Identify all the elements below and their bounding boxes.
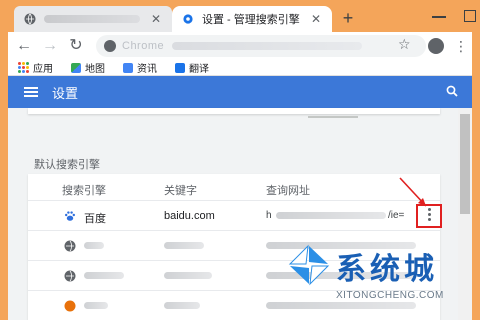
divider: [308, 116, 358, 118]
bookmark-star-icon[interactable]: ☆: [398, 36, 411, 53]
engine-keyword-redacted: [164, 302, 200, 309]
engine-keyword-redacted: [164, 272, 212, 279]
previous-card-edge: [28, 108, 440, 114]
minimize-button[interactable]: [432, 16, 446, 18]
profile-avatar[interactable]: [428, 38, 444, 54]
back-button[interactable]: ←: [14, 36, 34, 56]
bookmarks-bar: 应用 地图 资讯 翻译: [8, 60, 472, 76]
new-tab-button[interactable]: +: [338, 8, 358, 28]
annotation-arrow: [399, 177, 427, 207]
tab-settings[interactable]: 设置 - 管理搜索引擎 ✕: [172, 6, 332, 32]
watermark-subtext: XITONGCHENG.COM: [336, 290, 444, 301]
engine-name-redacted: [84, 272, 124, 279]
settings-gear-icon: [183, 14, 193, 24]
baidu-paw-icon: [65, 211, 75, 221]
globe-icon: [64, 270, 76, 282]
site-info-icon[interactable]: [104, 40, 116, 52]
section-title: 默认搜索引擎: [34, 159, 100, 171]
engine-url-redacted: [276, 212, 386, 219]
forward-button[interactable]: →: [40, 36, 60, 56]
news-icon: [123, 62, 133, 73]
browser-menu-button[interactable]: ⋮: [454, 36, 468, 56]
browser-toolbar: ← → ↻ Chrome ☆ ⋮: [8, 32, 472, 60]
table-row: 百度 baidu.com h /ie=: [28, 200, 442, 230]
menu-icon[interactable]: [24, 85, 38, 99]
bookmark-label: 应用: [33, 64, 53, 75]
watermark: 系统城 XITONGCHENG.COM: [286, 240, 480, 320]
bookmark-maps[interactable]: 地图: [71, 60, 105, 75]
engine-name-redacted: [84, 302, 108, 309]
reload-button[interactable]: ↻: [66, 36, 86, 56]
tab-close-icon[interactable]: ✕: [308, 11, 324, 27]
apps-icon: [18, 62, 29, 73]
tab-title-redacted: [44, 15, 140, 23]
maps-icon: [71, 62, 81, 73]
engine-keyword-redacted: [164, 242, 204, 249]
address-bar-url-redacted: [172, 42, 363, 50]
bookmark-label: 资讯: [137, 64, 157, 75]
scrollbar-thumb[interactable]: [460, 114, 470, 214]
bookmark-apps[interactable]: 应用: [18, 60, 53, 75]
engine-name: 百度: [84, 213, 106, 225]
bookmark-label: 翻译: [189, 64, 209, 75]
engine-icon: [64, 300, 76, 312]
globe-icon: [64, 240, 76, 252]
maximize-button[interactable]: [464, 10, 476, 22]
column-header-keyword: 关键字: [164, 185, 197, 197]
watermark-text: 系统城: [336, 252, 438, 287]
table-header: 搜索引擎 关键字 查询网址: [28, 174, 440, 200]
engine-url: h: [266, 210, 272, 221]
page-title: 设置: [52, 85, 79, 101]
column-header-url: 查询网址: [266, 185, 310, 197]
bookmark-label: 地图: [85, 64, 105, 75]
engine-keyword: baidu.com: [164, 210, 215, 222]
tab-close-icon[interactable]: ✕: [148, 11, 164, 27]
translate-icon: [175, 62, 185, 73]
column-header-engine: 搜索引擎: [62, 185, 106, 197]
engine-name-redacted: [84, 242, 104, 249]
globe-icon: [24, 13, 36, 25]
search-icon[interactable]: [446, 85, 458, 97]
address-bar-text: Chrome: [122, 40, 165, 52]
bookmark-translate[interactable]: 翻译: [175, 60, 209, 75]
bookmark-news[interactable]: 资讯: [123, 60, 157, 75]
tab-inactive[interactable]: ✕: [14, 6, 172, 32]
watermark-logo-icon: [288, 244, 330, 286]
tab-title: 设置 - 管理搜索引擎: [202, 14, 300, 26]
settings-header: 设置: [8, 76, 472, 108]
address-bar[interactable]: Chrome: [96, 35, 426, 57]
